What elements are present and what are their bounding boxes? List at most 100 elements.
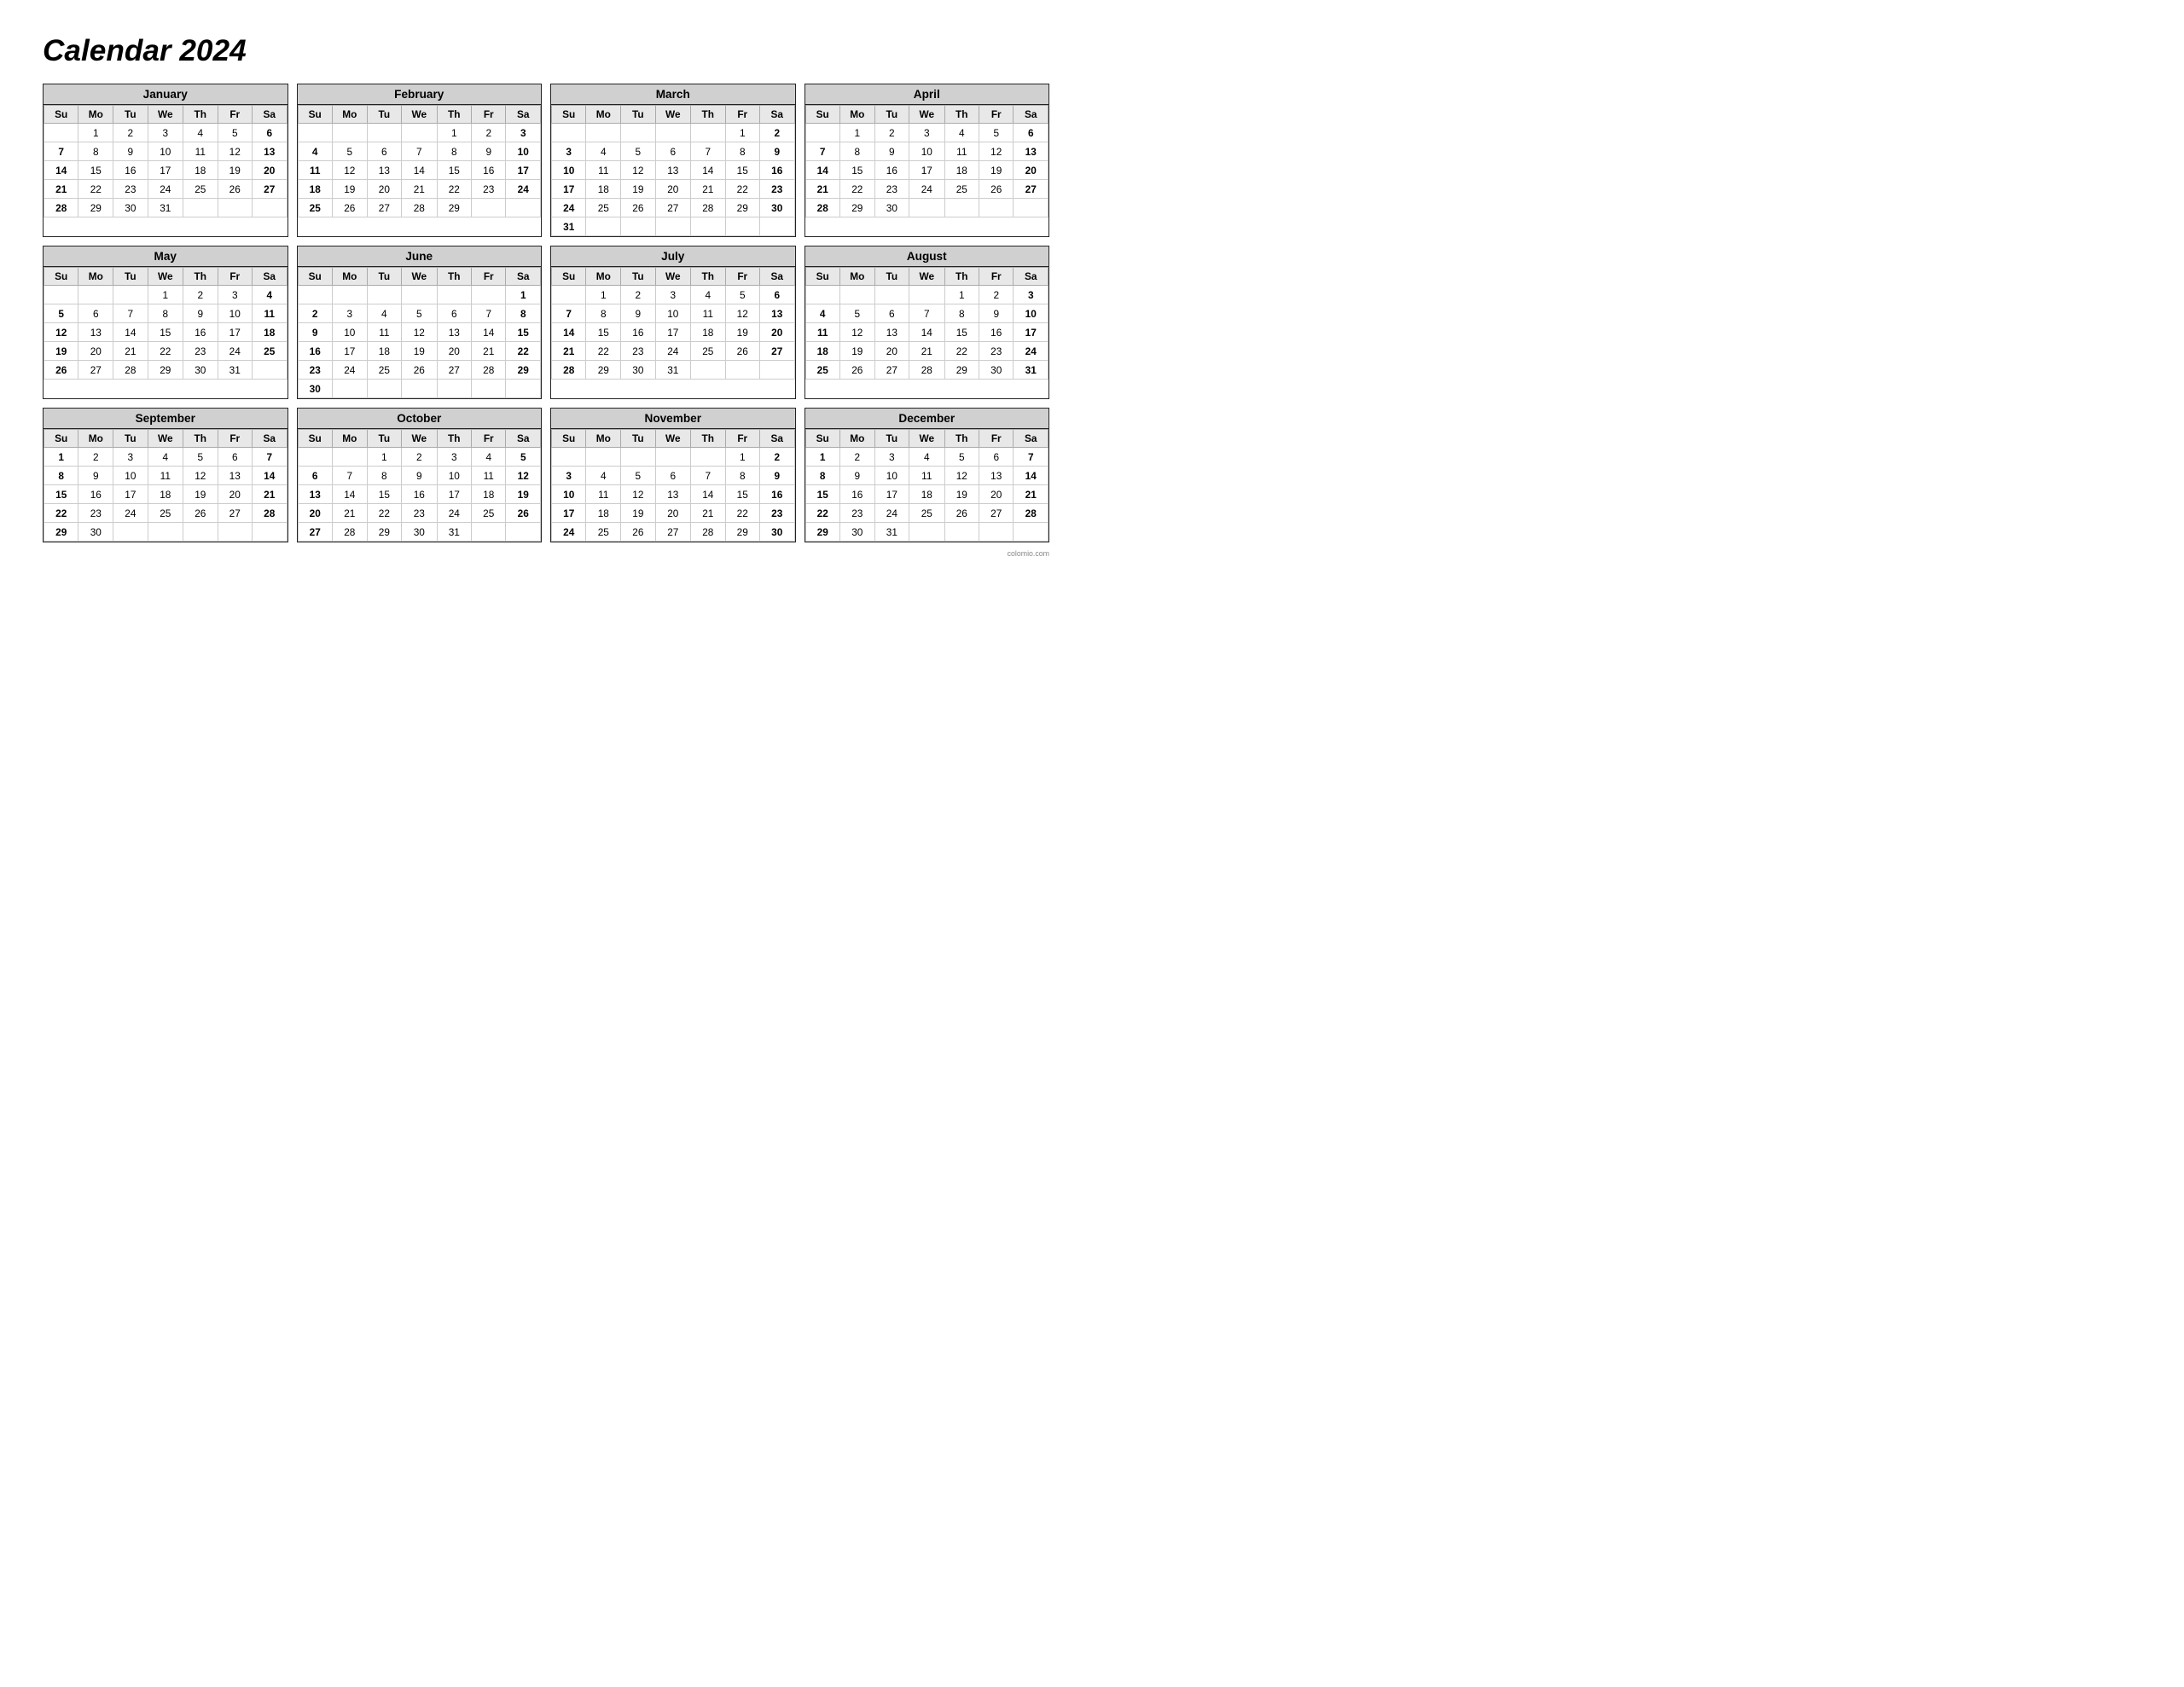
day-cell (691, 448, 725, 467)
month-title-december: December (805, 409, 1049, 429)
day-cell: 14 (113, 323, 148, 342)
day-cell: 10 (218, 304, 252, 323)
day-header-fr: Fr (979, 430, 1014, 448)
day-cell: 11 (298, 161, 332, 180)
day-cell: 18 (252, 323, 287, 342)
day-cell (979, 199, 1014, 217)
page-title: Calendar 2024 (43, 34, 1049, 68)
day-cell: 1 (367, 448, 401, 467)
day-cell: 19 (402, 342, 438, 361)
day-header-tu: Tu (367, 430, 401, 448)
day-cell: 21 (691, 180, 725, 199)
day-cell (332, 448, 367, 467)
day-header-mo: Mo (332, 430, 367, 448)
day-cell: 13 (218, 467, 252, 485)
day-cell: 3 (218, 286, 252, 304)
day-cell: 1 (437, 124, 471, 142)
day-cell: 5 (332, 142, 367, 161)
day-cell: 28 (691, 199, 725, 217)
day-header-tu: Tu (874, 268, 909, 286)
day-cell: 15 (148, 323, 183, 342)
day-cell: 8 (586, 304, 621, 323)
day-cell: 21 (332, 504, 367, 523)
day-header-mo: Mo (78, 106, 113, 124)
day-cell (332, 124, 367, 142)
day-header-tu: Tu (621, 106, 655, 124)
day-cell: 23 (402, 504, 438, 523)
day-cell: 23 (759, 180, 794, 199)
day-cell: 2 (839, 448, 874, 467)
day-cell: 22 (839, 180, 874, 199)
day-cell: 26 (332, 199, 367, 217)
day-cell: 14 (1014, 467, 1048, 485)
day-cell: 21 (472, 342, 506, 361)
day-cell: 7 (691, 142, 725, 161)
day-cell: 4 (586, 142, 621, 161)
footer-text: colomio.com (43, 549, 1049, 558)
day-cell: 28 (805, 199, 839, 217)
day-cell (909, 523, 945, 542)
day-cell: 29 (437, 199, 471, 217)
day-cell: 14 (909, 323, 945, 342)
day-cell: 10 (506, 142, 541, 161)
day-header-we: We (655, 106, 691, 124)
day-header-we: We (655, 268, 691, 286)
day-cell: 17 (552, 180, 586, 199)
day-header-tu: Tu (621, 430, 655, 448)
day-header-sa: Sa (252, 430, 287, 448)
day-cell: 2 (78, 448, 113, 467)
day-cell: 23 (472, 180, 506, 199)
day-cell: 10 (1014, 304, 1048, 323)
day-cell: 10 (874, 467, 909, 485)
day-header-fr: Fr (218, 106, 252, 124)
day-cell: 6 (979, 448, 1014, 467)
month-june: JuneSuMoTuWeThFrSa1234567891011121314151… (297, 246, 543, 399)
day-cell: 3 (148, 124, 183, 142)
day-header-th: Th (944, 268, 979, 286)
day-cell (691, 361, 725, 380)
day-cell: 16 (874, 161, 909, 180)
day-cell: 28 (113, 361, 148, 380)
day-cell (552, 286, 586, 304)
day-header-tu: Tu (113, 268, 148, 286)
day-cell: 31 (552, 217, 586, 236)
day-cell: 24 (1014, 342, 1048, 361)
day-cell: 22 (725, 504, 759, 523)
day-header-we: We (655, 430, 691, 448)
day-header-sa: Sa (1014, 268, 1048, 286)
day-cell: 21 (252, 485, 287, 504)
day-cell: 15 (506, 323, 541, 342)
day-cell (298, 124, 332, 142)
day-cell (586, 448, 621, 467)
day-header-mo: Mo (839, 430, 874, 448)
day-cell: 7 (909, 304, 945, 323)
day-cell: 26 (979, 180, 1014, 199)
day-cell: 12 (944, 467, 979, 485)
day-cell: 11 (472, 467, 506, 485)
day-cell: 15 (586, 323, 621, 342)
day-cell: 14 (332, 485, 367, 504)
day-cell: 23 (78, 504, 113, 523)
day-cell: 18 (183, 161, 218, 180)
day-cell: 5 (218, 124, 252, 142)
day-cell: 13 (655, 161, 691, 180)
day-cell: 11 (183, 142, 218, 161)
day-cell: 7 (552, 304, 586, 323)
day-cell: 24 (552, 523, 586, 542)
day-cell: 29 (725, 199, 759, 217)
day-cell: 20 (759, 323, 794, 342)
day-cell: 4 (944, 124, 979, 142)
day-header-th: Th (183, 268, 218, 286)
day-cell: 19 (332, 180, 367, 199)
day-cell: 15 (44, 485, 78, 504)
day-cell (252, 199, 287, 217)
day-cell: 8 (44, 467, 78, 485)
day-header-fr: Fr (725, 430, 759, 448)
day-cell: 29 (839, 199, 874, 217)
day-cell (621, 217, 655, 236)
day-cell: 4 (909, 448, 945, 467)
day-cell (506, 199, 541, 217)
day-cell: 26 (725, 342, 759, 361)
day-cell: 29 (725, 523, 759, 542)
day-cell: 25 (298, 199, 332, 217)
